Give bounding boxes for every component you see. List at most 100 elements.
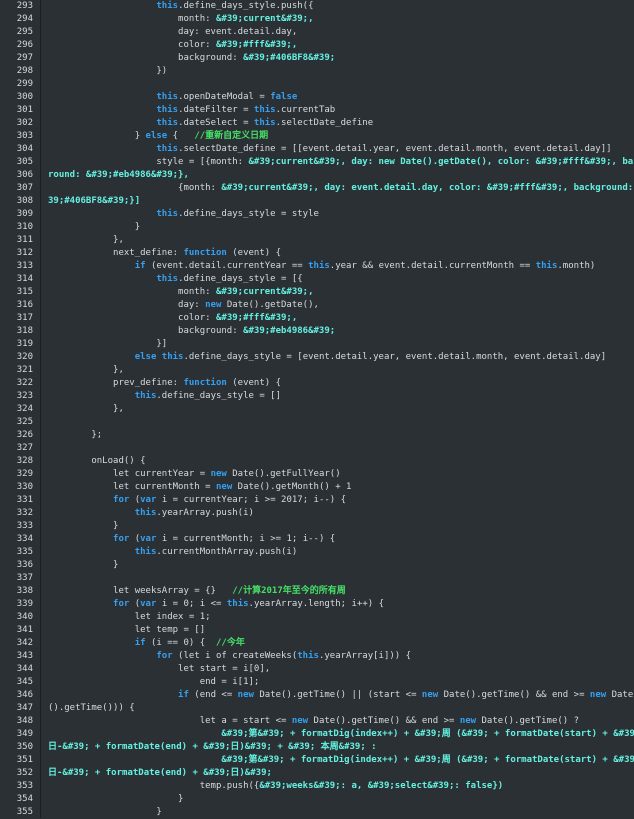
code-line: if (end <= new Date().getTime() || (star… <box>48 689 633 702</box>
code-token: this <box>253 105 276 115</box>
code-token: (let i of createWeeks( <box>172 651 298 661</box>
code-token: for <box>113 495 130 505</box>
line-number: 295 <box>16 27 33 37</box>
code-line: } <box>48 806 161 819</box>
code-text-area[interactable]: this.define_days_style.push({ month: &#3… <box>41 0 634 818</box>
line-number: 336 <box>16 560 33 570</box>
line-number: 348 <box>16 716 33 726</box>
code-token: let a = start <= <box>48 716 292 726</box>
code-line: onLoad() { <box>48 455 145 468</box>
code-token: day: event.detail.day, <box>48 27 298 37</box>
line-number: 298 <box>16 66 33 76</box>
code-token: ( <box>129 534 141 544</box>
code-token: &#39;current&#39;, day: event.detail.day… <box>221 183 634 193</box>
code-line: }; <box>48 429 102 442</box>
code-token: if <box>134 638 146 648</box>
code-token: .yearArray.length; i++) { <box>248 599 385 609</box>
code-token: Date().getFullYear() <box>226 469 341 479</box>
code-editor[interactable]: 293 294 295 296 297 298 299 300 301 302 303 304 305 3… <box>0 0 634 818</box>
code-token: 日-&#39; + formatDate(end) + &#39;日)&#39;… <box>48 742 377 752</box>
code-line: } else { //重新自定义日期 <box>48 130 268 143</box>
line-number: 312 <box>16 248 33 258</box>
code-token: let currentMonth = <box>48 482 216 492</box>
code-token: i = 0; i <= <box>156 599 227 609</box>
code-token: { <box>167 131 195 141</box>
code-line: let start = i[0], <box>48 663 270 676</box>
code-token: day: <box>48 300 206 310</box>
code-token: this <box>156 1 179 11</box>
code-line: day: new Date().getDate(), <box>48 299 319 312</box>
code-line: if (i == 0) { //今年 <box>48 637 245 650</box>
code-line: for (var i = 0; i <= this.yearArray.leng… <box>48 598 384 611</box>
code-token: this <box>156 118 179 128</box>
line-number: 306 <box>16 170 33 180</box>
code-line: 日-&#39; + formatDate(end) + &#39;日)&#39;… <box>48 741 377 754</box>
code-token: .selectDate_define = [[event.detail.year… <box>178 144 612 154</box>
code-line: let currentYear = new Date().getFullYear… <box>48 468 341 481</box>
code-token: next_define: <box>48 248 184 258</box>
code-token: .month) <box>557 261 596 271</box>
code-line: next_define: function (event) { <box>48 247 281 260</box>
code-line: else this.define_days_style = [event.det… <box>48 351 606 364</box>
code-token: } <box>48 560 119 570</box>
line-number: 307 <box>16 183 33 193</box>
code-token: this <box>308 261 330 271</box>
code-line: } <box>48 559 118 572</box>
code-token: {month: <box>48 183 222 193</box>
code-token: this <box>156 105 179 115</box>
line-number: 308 <box>16 196 33 206</box>
code-token: let weeksArray = {} <box>48 586 233 596</box>
line-number: 310 <box>16 222 33 232</box>
code-token: } <box>48 222 141 232</box>
code-token: (event) { <box>226 248 282 258</box>
code-token: color: <box>48 40 216 50</box>
line-number: 318 <box>16 326 33 336</box>
code-line: end = i[1]; <box>48 676 260 689</box>
code-line: round: &#39;#eb4986&#39;}, <box>48 169 189 182</box>
line-number: 354 <box>16 794 33 804</box>
code-token: .define_days_style = [event.detail.year,… <box>183 352 607 362</box>
code-token: &#39;weeks&#39;: a, &#39;select&#39;: fa… <box>259 781 504 791</box>
code-token: }, <box>48 235 124 245</box>
code-token: &#39;#eb4986&#39; <box>243 326 336 336</box>
code-token: this <box>134 391 157 401</box>
code-line: this.currentMonthArray.push(i) <box>48 546 298 559</box>
code-token: false <box>270 92 298 102</box>
line-number: 301 <box>16 105 33 115</box>
code-token: end = i[1]; <box>48 677 260 687</box>
code-token: background: <box>48 326 244 336</box>
code-token: i = currentYear; i >= 2017; i--) { <box>156 495 347 505</box>
code-token: &#39;#fff&#39;, <box>215 40 298 50</box>
code-token: for <box>113 599 130 609</box>
code-token: new <box>459 716 477 726</box>
line-number: 321 <box>16 365 33 375</box>
code-token: var <box>140 534 157 544</box>
line-number: 330 <box>16 482 33 492</box>
code-line: } <box>48 520 118 533</box>
line-number: 342 <box>16 638 33 648</box>
code-token: &#39;第&#39; + formatDig(index++) + &#39;… <box>221 729 634 739</box>
code-token: Date().getDate(), <box>221 300 319 310</box>
code-line: this.define_days_style = [{ <box>48 273 303 286</box>
line-number: 339 <box>16 599 33 609</box>
code-token: &#39;current&#39;, day: new Date().getDa… <box>248 157 634 167</box>
line-number: 352 <box>16 768 33 778</box>
code-token: }] <box>48 339 168 349</box>
code-token: .define_days_style = [] <box>156 391 282 401</box>
code-line: let temp = [] <box>48 624 205 637</box>
code-token: temp.push({ <box>48 781 260 791</box>
line-number: 331 <box>16 495 33 505</box>
code-token: .define_days_style = style <box>178 209 319 219</box>
code-line: this.openDateModal = false <box>48 91 297 104</box>
code-line: background: &#39;#eb4986&#39; <box>48 325 335 338</box>
code-token: }) <box>48 66 168 76</box>
code-token: .define_days_style = [{ <box>178 274 303 284</box>
code-token: i = currentMonth; i >= 1; i--) { <box>156 534 336 544</box>
code-token: round: &#39;#eb4986&#39;}, <box>48 170 189 180</box>
code-line: }] <box>48 338 167 351</box>
code-token: else <box>145 131 168 141</box>
code-token: this <box>297 651 319 661</box>
